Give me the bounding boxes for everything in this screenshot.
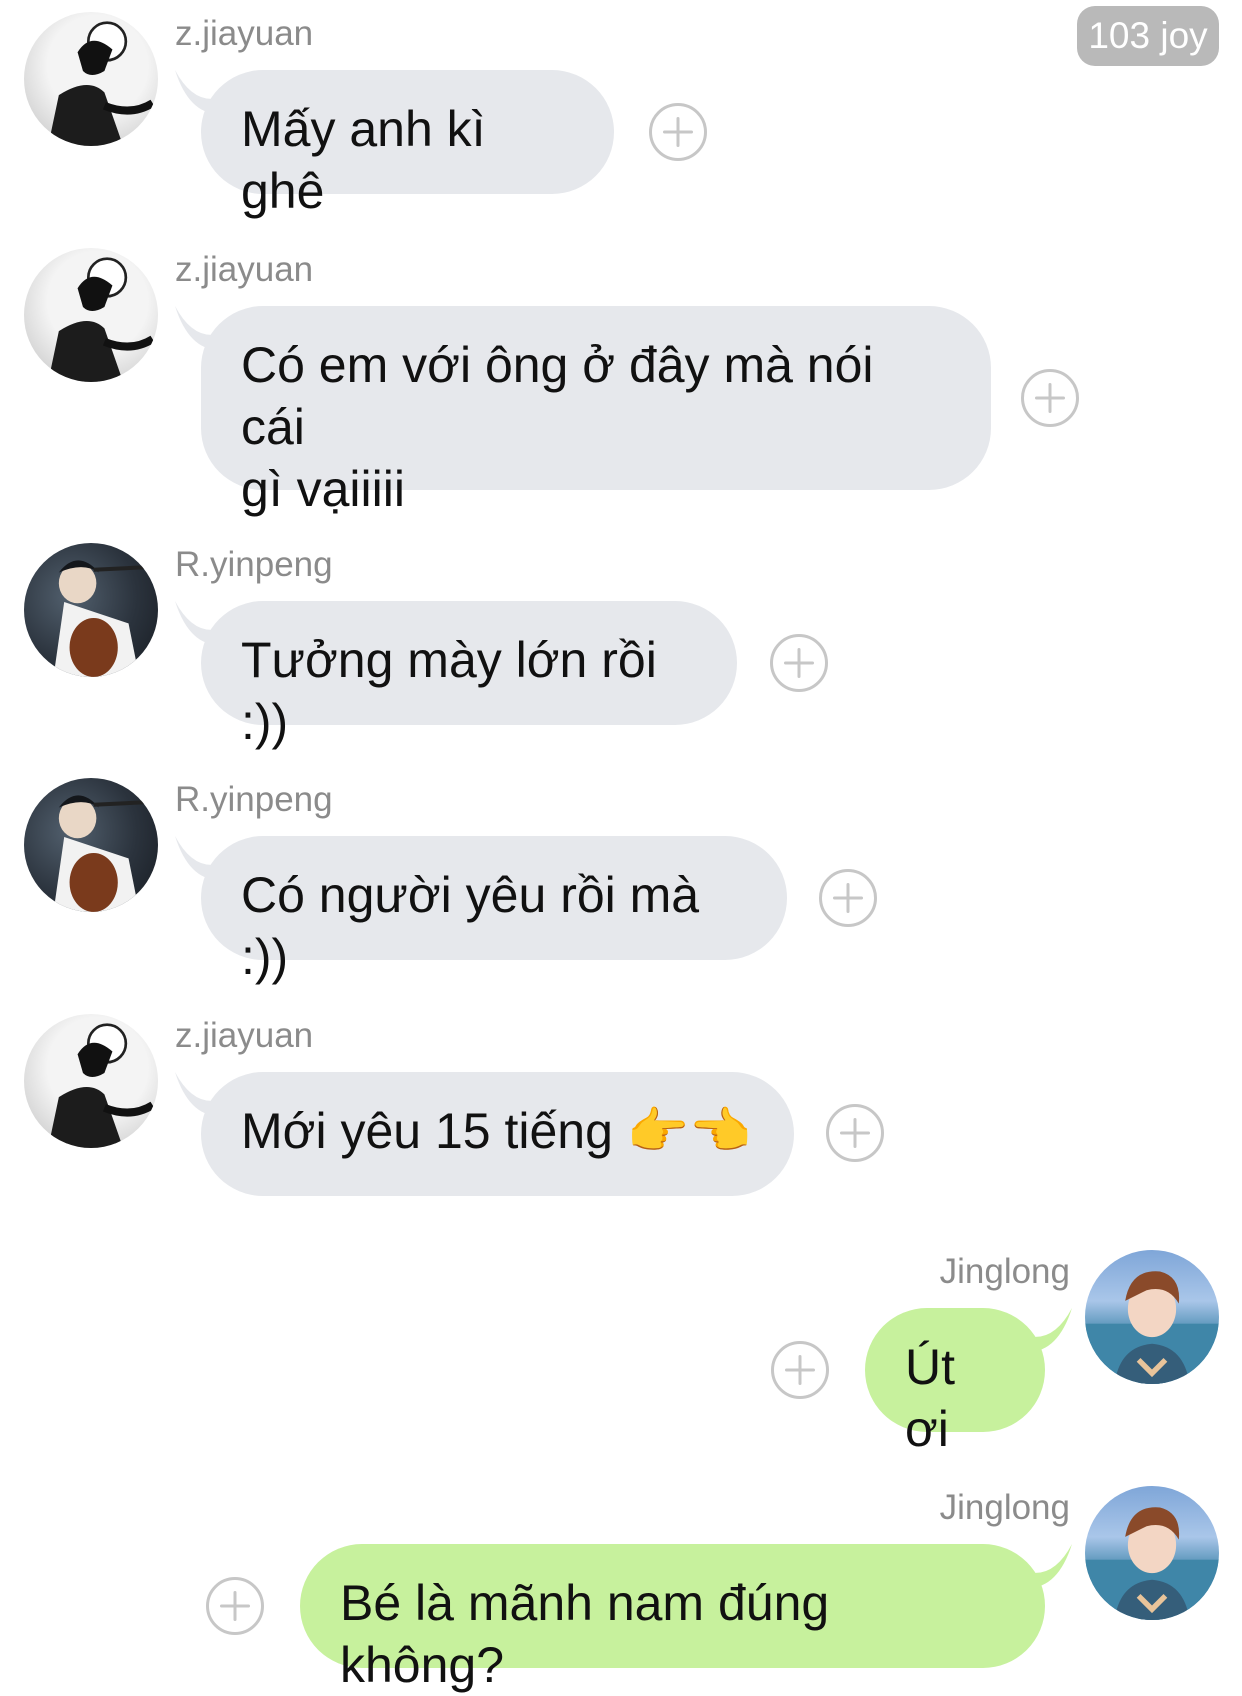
avatar-z-jiayuan[interactable] xyxy=(24,1014,158,1148)
sender-name: R.yinpeng xyxy=(175,780,333,819)
message-bubble[interactable]: Mấy anh kì ghê xyxy=(201,70,614,219)
avatar-jinglong[interactable] xyxy=(1085,1250,1219,1384)
avatar-r-yinpeng[interactable] xyxy=(24,778,158,912)
avatar-jinglong[interactable] xyxy=(1085,1486,1219,1620)
avatar-r-yinpeng[interactable] xyxy=(24,543,158,677)
message-bubble[interactable]: Út ơi xyxy=(865,1308,1045,1457)
sender-name: z.jiayuan xyxy=(175,14,314,53)
sender-name: z.jiayuan xyxy=(175,250,314,289)
sender-name: R.yinpeng xyxy=(175,545,333,584)
add-reaction-icon[interactable] xyxy=(826,1104,884,1162)
sender-name: Jinglong xyxy=(939,1252,1070,1291)
avatar-z-jiayuan[interactable] xyxy=(24,12,158,146)
joy-count-badge: 103 joy xyxy=(1077,6,1219,66)
add-reaction-icon[interactable] xyxy=(770,634,828,692)
avatar-z-jiayuan[interactable] xyxy=(24,248,158,382)
add-reaction-icon[interactable] xyxy=(206,1577,264,1635)
message-bubble[interactable]: Tưởng mày lớn rồi :)) xyxy=(201,601,737,750)
message-bubble[interactable]: Có em với ông ở đây mà nói cái gì vạiiii… xyxy=(201,306,991,517)
sender-name: z.jiayuan xyxy=(175,1016,314,1055)
add-reaction-icon[interactable] xyxy=(649,103,707,161)
add-reaction-icon[interactable] xyxy=(1021,369,1079,427)
message-bubble[interactable]: Bé là mãnh nam đúng không? xyxy=(300,1544,1045,1693)
sender-name: Jinglong xyxy=(939,1488,1070,1527)
add-reaction-icon[interactable] xyxy=(771,1341,829,1399)
message-bubble[interactable]: Mới yêu 15 tiếng 👉👈 xyxy=(201,1072,794,1196)
message-bubble[interactable]: Có người yêu rồi mà :)) xyxy=(201,836,787,985)
add-reaction-icon[interactable] xyxy=(819,869,877,927)
